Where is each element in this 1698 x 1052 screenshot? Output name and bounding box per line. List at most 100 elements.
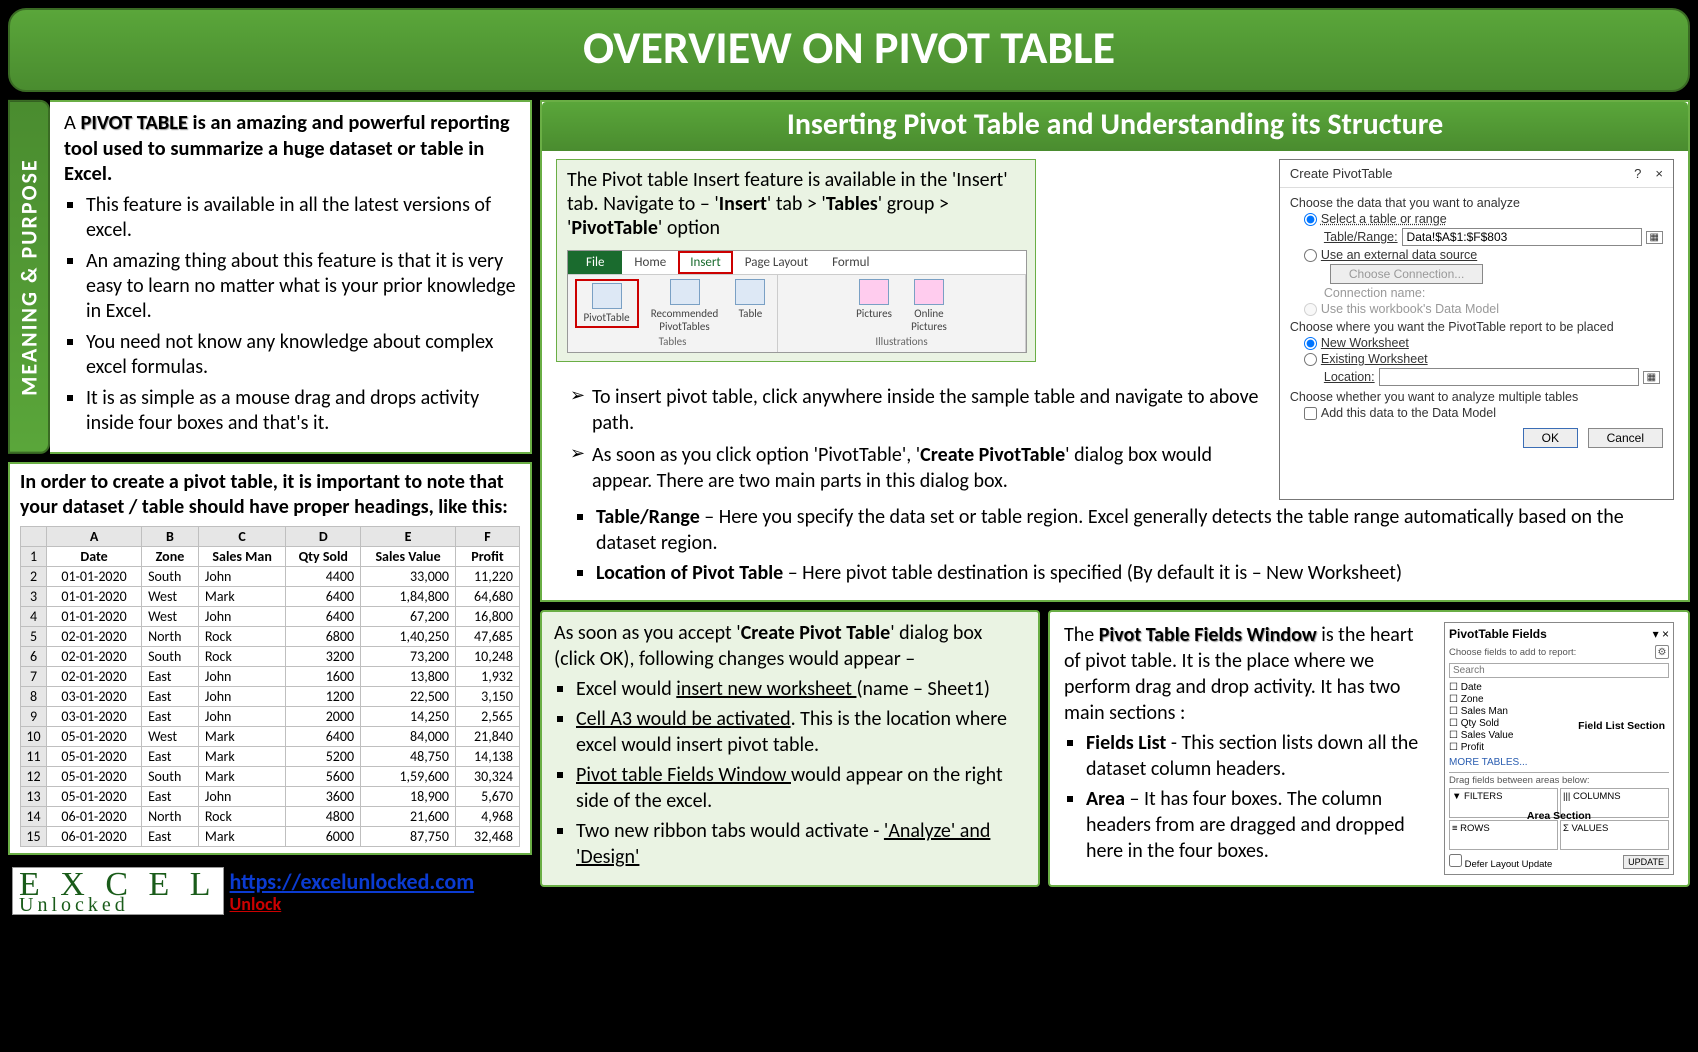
info-bullet: Location of Pivot Table – Here pivot tab… bbox=[596, 560, 1674, 586]
ribbon-tab-layout[interactable]: Page Layout bbox=[733, 251, 820, 274]
rows-area[interactable]: ≡ ROWS bbox=[1449, 820, 1558, 850]
cell: 2000 bbox=[286, 706, 361, 726]
text: Excel would bbox=[576, 677, 676, 701]
dialog-section-label: Choose where you want the PivotTable rep… bbox=[1290, 320, 1663, 334]
label: Use this workbook's Data Model bbox=[1321, 302, 1499, 316]
row-num: 12 bbox=[21, 766, 47, 786]
radio-select-range[interactable] bbox=[1304, 213, 1317, 226]
website-link[interactable]: https://excelunlocked.com bbox=[230, 868, 475, 895]
row-num: 13 bbox=[21, 786, 47, 806]
text: Fields List bbox=[1086, 731, 1166, 755]
ribbon-tab-file[interactable]: File bbox=[568, 251, 622, 274]
cell: 1200 bbox=[286, 686, 361, 706]
cell: South bbox=[142, 566, 199, 586]
data-header: Sales Man bbox=[198, 546, 286, 566]
cell: 06-01-2020 bbox=[47, 826, 142, 846]
fields-search-input[interactable] bbox=[1449, 663, 1669, 678]
table-row: 903-01-2020EastJohn200014,2502,565 bbox=[21, 706, 520, 726]
cell: Mark bbox=[198, 746, 286, 766]
cell: East bbox=[142, 786, 199, 806]
ok-button[interactable]: OK bbox=[1523, 428, 1578, 448]
range-picker-icon[interactable]: ▦ bbox=[1646, 231, 1663, 244]
ribbon-tab-insert[interactable]: Insert bbox=[678, 251, 733, 274]
text: Create PivotTable bbox=[920, 443, 1065, 467]
cell: 03-01-2020 bbox=[47, 686, 142, 706]
cell: 14,138 bbox=[456, 746, 520, 766]
cell: East bbox=[142, 666, 199, 686]
text: Insert bbox=[719, 192, 767, 216]
defer-layout-checkbox[interactable] bbox=[1449, 854, 1462, 867]
field-item[interactable]: ☐ Profit bbox=[1449, 742, 1669, 754]
ribbon-btn-recommended[interactable]: Recommended PivotTables bbox=[642, 279, 728, 333]
text: The bbox=[1064, 623, 1099, 647]
text: Tables bbox=[826, 192, 878, 216]
field-item[interactable]: ☐ Zone bbox=[1449, 694, 1669, 706]
excel-ribbon-mock: File Home Insert Page Layout Formul bbox=[567, 250, 1027, 353]
more-tables-link[interactable]: MORE TABLES... bbox=[1449, 757, 1669, 768]
fields-bullet: Area – It has four boxes. The column hea… bbox=[1086, 786, 1434, 864]
table-row: 301-01-2020WestMark64001,84,80064,680 bbox=[21, 586, 520, 606]
cell: 11,220 bbox=[456, 566, 520, 586]
col-header: C bbox=[198, 526, 286, 546]
data-header: Qty Sold bbox=[286, 546, 361, 566]
label: Existing Worksheet bbox=[1321, 352, 1428, 366]
row-num: 10 bbox=[21, 726, 47, 746]
field-item[interactable]: ☐ Sales Man bbox=[1449, 706, 1669, 718]
values-area[interactable]: Σ VALUES bbox=[1560, 820, 1669, 850]
cancel-button[interactable]: Cancel bbox=[1588, 428, 1663, 448]
label: PivotTable bbox=[583, 311, 629, 324]
pivot-table-term: PIVOT TABLE bbox=[81, 109, 188, 135]
radio-external-source[interactable] bbox=[1304, 249, 1317, 262]
step-text: As soon as you click option 'PivotTable'… bbox=[570, 442, 1265, 494]
radio-existing-worksheet[interactable] bbox=[1304, 353, 1317, 366]
label: Table/Range: bbox=[1324, 230, 1398, 244]
ribbon-btn-pictures[interactable]: Pictures bbox=[848, 279, 900, 320]
close-icon[interactable]: × bbox=[1655, 166, 1663, 181]
radio-new-worksheet[interactable] bbox=[1304, 337, 1317, 350]
row-num: 4 bbox=[21, 606, 47, 626]
update-button[interactable]: UPDATE bbox=[1623, 855, 1669, 869]
field-item[interactable]: ☐ Date bbox=[1449, 682, 1669, 694]
field-list-section-label: Field List Section bbox=[1578, 720, 1665, 732]
label: Recommended PivotTables bbox=[651, 307, 718, 333]
checkbox-data-model[interactable] bbox=[1304, 407, 1317, 420]
cell: 4800 bbox=[286, 806, 361, 826]
ribbon-tab-home[interactable]: Home bbox=[622, 251, 678, 274]
cell: East bbox=[142, 686, 199, 706]
col-header: D bbox=[286, 526, 361, 546]
sample-data-table: A B C D E F 1 Date Zone Sales Man Qty So… bbox=[20, 526, 520, 847]
ribbon-btn-pivottable[interactable]: PivotTable bbox=[575, 279, 639, 328]
ribbon-tab-formulas[interactable]: Formul bbox=[820, 251, 881, 274]
cell: 64,680 bbox=[456, 586, 520, 606]
cell: 03-01-2020 bbox=[47, 706, 142, 726]
ribbon-btn-table[interactable]: Table bbox=[730, 279, 770, 320]
unlock-link[interactable]: Unlock bbox=[230, 893, 475, 915]
row-num: 9 bbox=[21, 706, 47, 726]
dialog-title: Create PivotTable bbox=[1290, 166, 1393, 181]
text: As soon as you accept ' bbox=[554, 621, 741, 645]
create-pivottable-dialog: Create PivotTable ?× Choose the data tha… bbox=[1279, 159, 1674, 500]
cell: 1600 bbox=[286, 666, 361, 686]
dataset-panel: In order to create a pivot table, it is … bbox=[8, 462, 532, 855]
cell: 21,840 bbox=[456, 726, 520, 746]
meaning-bullet: You need not know any knowledge about co… bbox=[86, 330, 516, 380]
data-header: Date bbox=[47, 546, 142, 566]
text: Cell A3 would be activated bbox=[576, 707, 791, 731]
fields-bullet: Fields List - This section lists down al… bbox=[1086, 730, 1434, 782]
label: New Worksheet bbox=[1321, 336, 1409, 350]
pivottable-fields-pane: PivotTable Fields▾ × Choose fields to ad… bbox=[1444, 622, 1674, 875]
table-row: 1506-01-2020EastMark600087,75032,468 bbox=[21, 826, 520, 846]
row-num: 1 bbox=[21, 546, 47, 566]
cell: 14,250 bbox=[361, 706, 456, 726]
location-input[interactable] bbox=[1379, 368, 1639, 386]
cell: 1,59,600 bbox=[361, 766, 456, 786]
table-range-input[interactable] bbox=[1402, 228, 1642, 246]
row-num: 15 bbox=[21, 826, 47, 846]
cell: 4,968 bbox=[456, 806, 520, 826]
meaning-intro: A PIVOT TABLE is an amazing and powerful… bbox=[64, 110, 516, 187]
ribbon-btn-online-pictures[interactable]: Online Pictures bbox=[903, 279, 955, 333]
table-row: 602-01-2020SouthRock320073,20010,248 bbox=[21, 646, 520, 666]
help-icon[interactable]: ? bbox=[1634, 166, 1641, 181]
gear-icon[interactable]: ⚙ bbox=[1655, 645, 1669, 659]
range-picker-icon[interactable]: ▦ bbox=[1643, 371, 1660, 384]
